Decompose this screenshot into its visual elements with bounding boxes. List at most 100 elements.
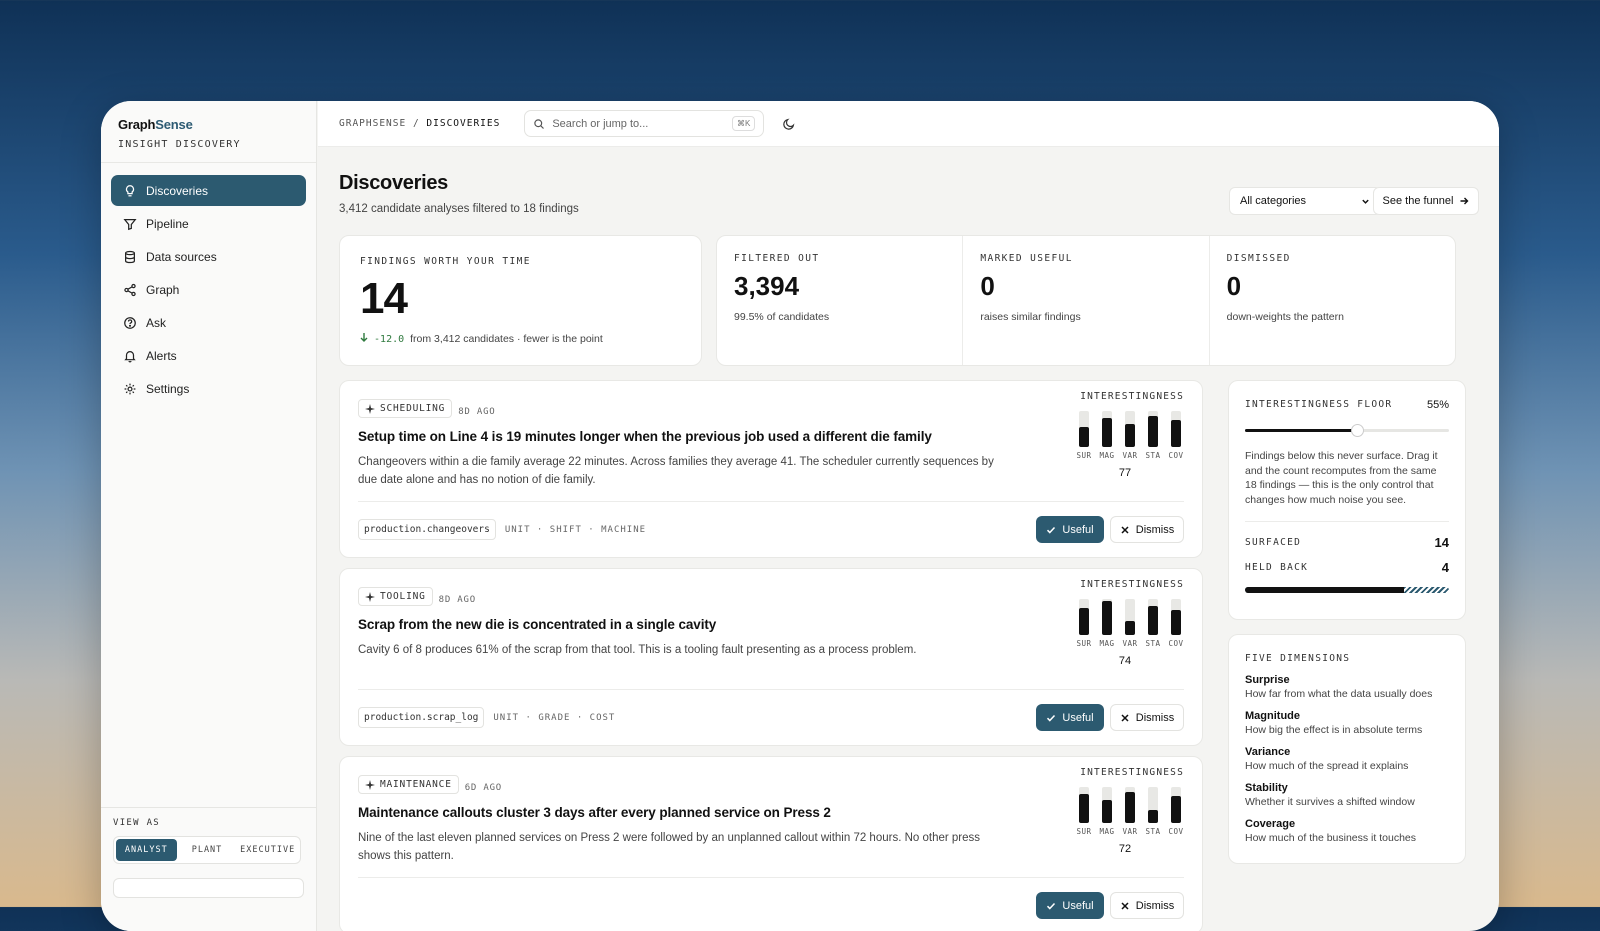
source-table[interactable]: production.changeovers <box>358 519 496 540</box>
sidebar-item-settings[interactable]: Settings <box>111 373 306 404</box>
category-tag[interactable]: MAINTENANCE <box>358 775 459 794</box>
dismiss-button[interactable]: Dismiss <box>1110 892 1184 919</box>
slider-fill <box>1245 429 1358 432</box>
dimension-item: Stability Whether it survives a shifted w… <box>1245 782 1449 808</box>
finding-description: Changeovers within a die family average … <box>358 455 994 486</box>
breadcrumb-root[interactable]: GRAPHSENSE <box>339 118 406 129</box>
bar-track <box>1079 599 1089 635</box>
interestingness-score: 74 <box>1118 655 1132 667</box>
dimension-item: Coverage How much of the business it touc… <box>1245 818 1449 844</box>
sidebar-item-label: Ask <box>146 315 167 330</box>
interestingness-label: INTERESTINGNESS <box>1080 579 1184 590</box>
bar-label: COV <box>1168 451 1184 460</box>
dismiss-label: Dismiss <box>1135 899 1175 912</box>
brand-name[interactable]: GraphSense <box>118 117 299 132</box>
bar-label: COV <box>1168 827 1184 836</box>
bar-label: VAR <box>1122 827 1138 836</box>
dimension-bar: VAR <box>1122 411 1138 460</box>
useful-label: Useful <box>1062 711 1094 724</box>
surfaced-count: 14 <box>1434 535 1449 550</box>
stat-sub: 99.5% of candidates <box>734 311 830 323</box>
bar-label: SUR <box>1076 639 1092 648</box>
useful-button[interactable]: Useful <box>1036 516 1104 543</box>
useful-label: Useful <box>1062 523 1094 536</box>
bar-fill <box>1171 420 1181 447</box>
floor-slider[interactable] <box>1245 423 1449 437</box>
floor-value: 55% <box>1426 399 1449 411</box>
sidebar-item-graph[interactable]: Graph <box>111 274 306 305</box>
bar-fill <box>1148 606 1158 635</box>
question-circle-icon <box>124 316 136 329</box>
bar-fill <box>1125 792 1135 823</box>
search-shortcut: ⌘K <box>731 116 756 131</box>
bar-label: SUR <box>1076 451 1092 460</box>
sidebar-item-ask[interactable]: Ask <box>111 307 306 338</box>
interestingness-score: 72 <box>1118 843 1132 855</box>
stat-filtered-out: FILTERED OUT 3,394 99.5% of candidates <box>717 236 964 365</box>
see-funnel-button[interactable]: See the funnel <box>1373 187 1479 215</box>
moon-icon[interactable] <box>782 117 796 131</box>
finding-age: 8D AGO <box>458 406 496 417</box>
finding-title[interactable]: Scrap from the new die is concentrated i… <box>358 617 1184 632</box>
surfaced-held-bar <box>1245 587 1449 593</box>
close-icon <box>1121 901 1129 910</box>
bar-label: SUR <box>1076 827 1092 836</box>
useful-button[interactable]: Useful <box>1036 892 1104 919</box>
topbar: GRAPHSENSE / DISCOVERIES Search or jump … <box>318 101 1499 147</box>
close-icon <box>1121 713 1129 722</box>
sidebar-footer-control[interactable] <box>113 878 304 898</box>
sidebar-item-label: Alerts <box>146 348 177 363</box>
breadcrumb: GRAPHSENSE / DISCOVERIES <box>339 118 500 129</box>
sidebar: GraphSense INSIGHT DISCOVERY Discoveries… <box>101 101 317 931</box>
stat-value: 0 <box>1226 271 1242 301</box>
view-option-executive[interactable]: EXECUTIVE <box>237 839 298 861</box>
sidebar-item-label: Settings <box>146 381 190 396</box>
bar-label: MAG <box>1099 639 1115 648</box>
dimension-name: Variance <box>1245 746 1291 758</box>
finding-footer: Useful Dismiss <box>358 877 1184 931</box>
category-select[interactable]: All categories <box>1229 187 1381 215</box>
dimension-bar: SUR <box>1076 599 1092 648</box>
five-dimensions-panel: FIVE DIMENSIONS Surprise How far from wha… <box>1228 634 1466 864</box>
stat-sub: raises similar findings <box>980 311 1081 323</box>
finding-title[interactable]: Maintenance callouts cluster 3 days afte… <box>358 805 1184 820</box>
sidebar-item-data-sources[interactable]: Data sources <box>111 241 306 272</box>
view-option-plant[interactable]: PLANT <box>177 839 238 861</box>
view-option-analyst[interactable]: ANALYST <box>116 839 177 861</box>
bar-fill <box>1148 416 1158 447</box>
bar-label: MAG <box>1099 827 1115 836</box>
finding-meta: SCHEDULING 8D AGO <box>358 399 1184 419</box>
sidebar-item-label: Pipeline <box>146 216 189 231</box>
dimension-bar: STA <box>1145 411 1161 460</box>
source-table[interactable]: production.scrap_log <box>358 707 485 728</box>
search-input[interactable]: Search or jump to... ⌘K <box>524 110 765 137</box>
dimension-description: How much of the spread it explains <box>1245 760 1409 772</box>
category-tag[interactable]: TOOLING <box>358 587 433 606</box>
bar-fill <box>1079 427 1089 447</box>
stat-label: MARKED USEFUL <box>980 253 1073 264</box>
useful-button[interactable]: Useful <box>1036 704 1104 731</box>
dismiss-label: Dismiss <box>1135 711 1175 724</box>
filter-icon <box>123 218 137 230</box>
dismiss-button[interactable]: Dismiss <box>1110 516 1184 543</box>
delta-value: -12.0 <box>360 333 404 345</box>
category-tag[interactable]: SCHEDULING <box>358 399 453 418</box>
category-select-value: All categories <box>1240 195 1307 207</box>
check-icon <box>1047 714 1056 722</box>
sidebar-item-discoveries[interactable]: Discoveries <box>111 175 306 206</box>
dimension-item: Magnitude How big the effect is in absolu… <box>1245 710 1449 736</box>
arrow-right-icon <box>1460 197 1469 205</box>
interestingness-bars: SUR MAG VAR STA COV <box>1076 787 1184 836</box>
interestingness-score: 77 <box>1118 467 1132 479</box>
bar-label: VAR <box>1122 639 1138 648</box>
bar-fill <box>1171 796 1181 823</box>
finding-title[interactable]: Setup time on Line 4 is 19 minutes longe… <box>358 429 1184 444</box>
bar-fill <box>1102 799 1112 823</box>
search-placeholder: Search or jump to... <box>552 117 649 130</box>
view-as-toggle: ANALYST PLANT EXECUTIVE <box>113 836 301 864</box>
sidebar-item-alerts[interactable]: Alerts <box>111 340 306 371</box>
held-back-label: HELD BACK <box>1245 562 1309 573</box>
slider-handle[interactable] <box>1351 424 1365 437</box>
sidebar-item-pipeline[interactable]: Pipeline <box>111 208 306 239</box>
dismiss-button[interactable]: Dismiss <box>1110 704 1184 731</box>
